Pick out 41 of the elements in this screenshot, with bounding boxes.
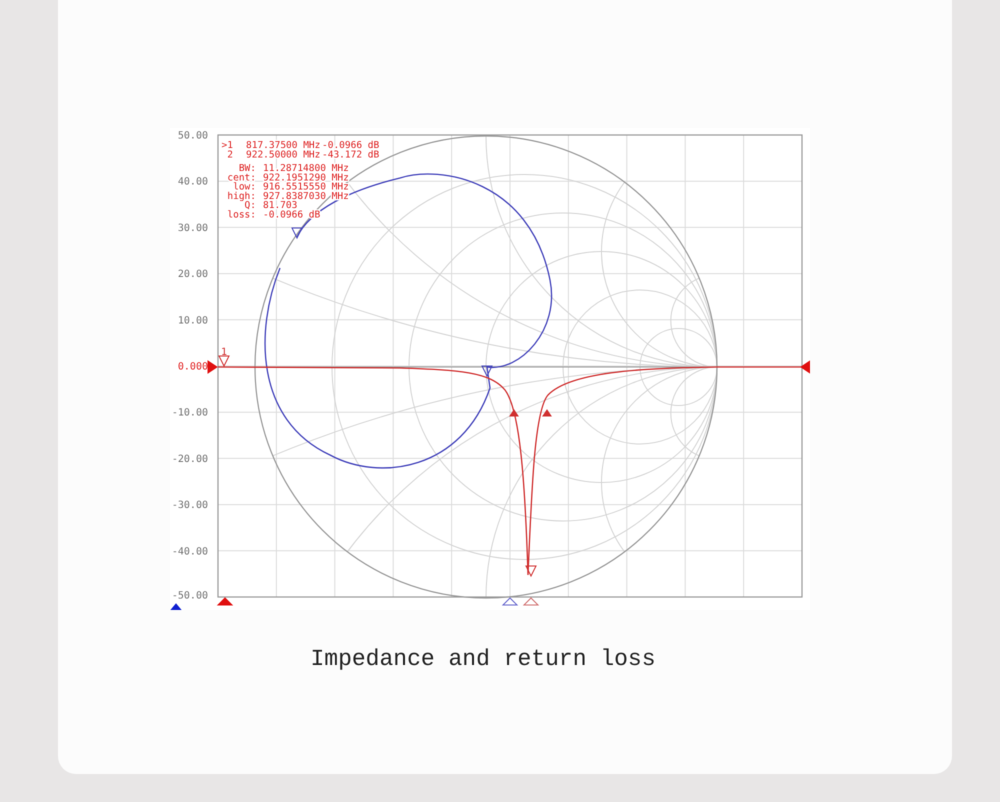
marker-value: -43.172 dB [322,150,380,160]
stat-label: loss: [227,210,256,220]
marker-triangle-icon [542,409,552,416]
reference-arrow-icon [208,360,218,374]
start-triangle-icon [170,603,182,610]
axis-label: 30.00 [178,222,208,234]
marker-triangle-icon [525,566,537,578]
stat-value: 916.5515550 MHz [263,182,349,193]
axis-label: -20.00 [172,454,208,465]
stat-label: cent: [227,172,256,184]
axis-label: 20.00 [178,269,208,280]
start-triangle-icon [216,597,234,606]
axis-label: 10.00 [178,315,208,326]
axis-label: 40.00 [178,176,208,188]
axis-label: -10.00 [172,408,208,419]
marker-triangle-icon [218,356,230,368]
stat-label: high: [227,190,256,202]
marker-frequency: 817.37500 MHz [246,140,320,151]
stat-label: BW: [238,163,256,174]
axis-label: -40.00 [172,546,208,558]
marker-triangle-icon [522,597,540,606]
marker-triangle-icon [291,228,303,240]
marker-number: 1 [220,347,228,358]
figure-caption: Impedance and return loss [310,646,656,672]
stat-value: 81.703 [263,200,298,212]
marker-triangle-icon [481,366,493,378]
marker-triangle-icon [509,409,519,416]
marker-id: >1 [222,140,233,151]
marker-frequency: 922.50000 MHz [246,150,320,160]
reference-arrow-icon [800,360,810,374]
axis-label: -50.00 [172,590,208,602]
axis-label: 0.000 [178,362,208,372]
axis-label: -30.00 [172,500,208,512]
stat-label: low: [233,182,256,193]
stat-value: 11.28714800 MHz [263,163,349,174]
marker-value: -0.0966 dB [322,140,380,151]
marker-triangle-icon [502,597,518,606]
axis-label: 50.00 [178,130,208,142]
stat-label: Q: [244,200,256,212]
stat-value: 922.1951290 MHz [263,172,349,184]
marker-id: 2 [227,150,233,160]
